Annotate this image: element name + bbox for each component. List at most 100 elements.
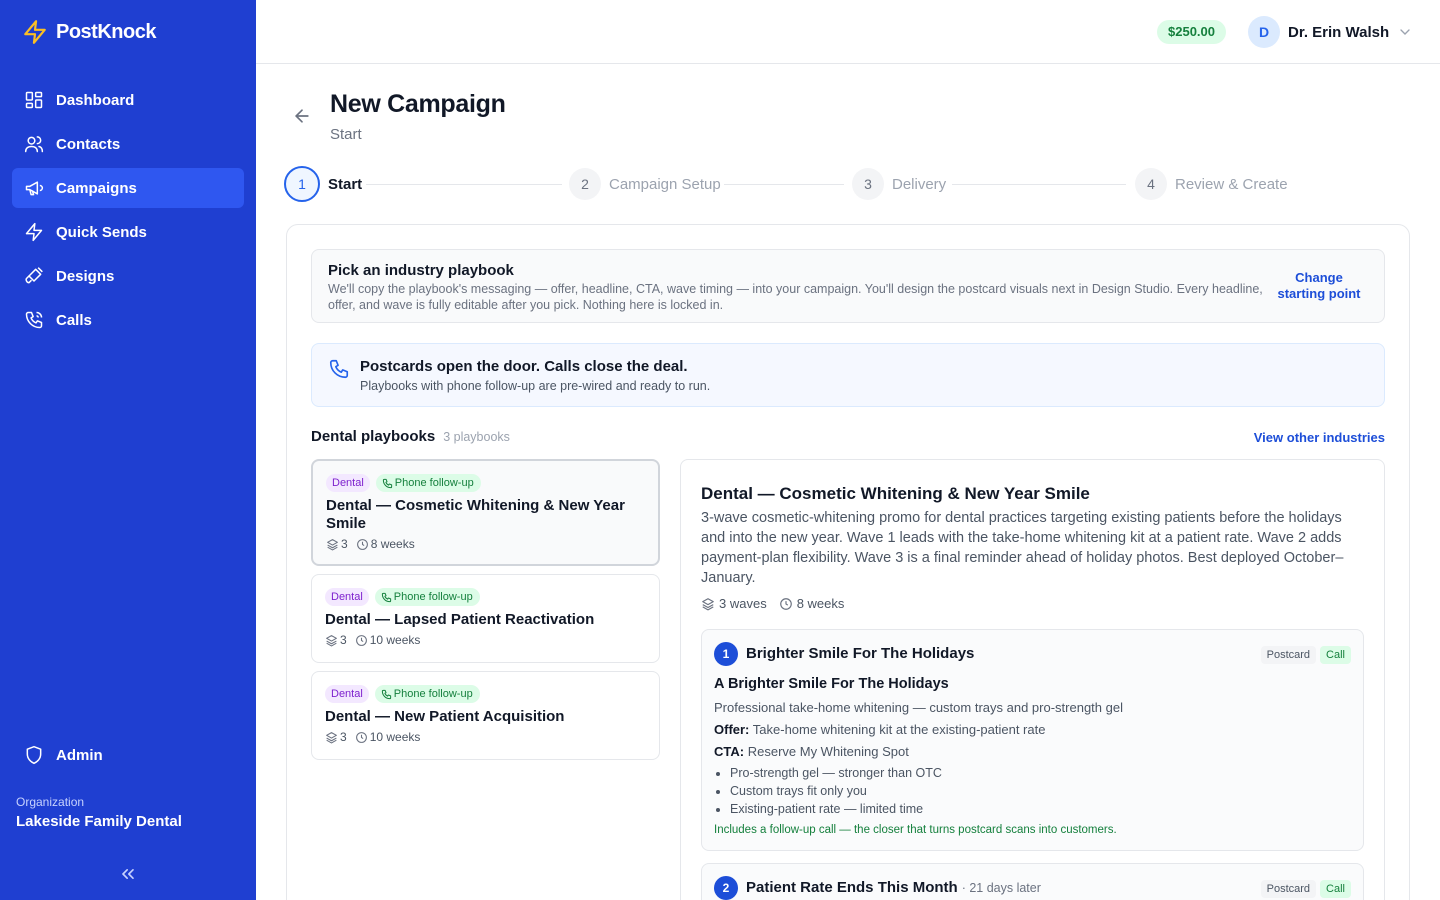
phone-icon — [24, 310, 44, 330]
wave-count: 3 — [340, 633, 347, 647]
sidebar-item-label: Dashboard — [56, 91, 135, 109]
sidebar-nav: Dashboard Contacts Campaigns Quick Sends… — [12, 80, 244, 344]
sidebar-item-label: Campaigns — [56, 179, 137, 197]
step-start[interactable]: 1 Start — [284, 166, 362, 202]
playbook-card[interactable]: Dental Phone follow-up Dental — New Pati… — [311, 671, 660, 760]
layers-icon — [326, 538, 339, 551]
top-bar: $250.00 D Dr. Erin Walsh — [256, 0, 1440, 64]
playbook-meta: 3 10 weeks — [325, 730, 420, 744]
user-name: Dr. Erin Walsh — [1288, 23, 1390, 41]
step-campaign-setup[interactable]: 2 Campaign Setup — [569, 168, 721, 200]
wave-card: 1 Brighter Smile For The Holidays Postca… — [701, 629, 1364, 851]
industry-tag: Dental — [326, 474, 370, 492]
step-number: 3 — [852, 168, 884, 200]
megaphone-icon — [24, 178, 44, 198]
wave-number: 2 — [714, 876, 738, 900]
shield-icon — [24, 745, 44, 765]
wave-headline: A Brighter Smile For The Holidays — [714, 676, 949, 692]
sidebar-item-contacts[interactable]: Contacts — [12, 124, 244, 164]
playbook-meta: 3 8 weeks — [326, 537, 415, 551]
app-name: PostKnock — [56, 20, 156, 43]
postcard-badge: Postcard — [1260, 880, 1317, 898]
organization-name: Lakeside Family Dental — [16, 813, 182, 830]
playbook-intro-description: We'll copy the playbook's messaging — of… — [328, 282, 1263, 312]
sidebar-item-label: Admin — [56, 746, 103, 764]
duration: 10 weeks — [369, 730, 421, 744]
collapse-sidebar-button[interactable] — [118, 864, 138, 884]
phone-tag-label: Phone follow-up — [394, 477, 474, 489]
sidebar-item-label: Quick Sends — [56, 223, 147, 241]
clock-icon — [355, 731, 368, 744]
back-button[interactable] — [292, 106, 312, 126]
organization-label: Organization — [16, 795, 85, 809]
call-badge: Call — [1320, 646, 1351, 664]
duration: 10 weeks — [369, 633, 421, 647]
phone-followup-tag: Phone follow-up — [375, 474, 481, 492]
industry-tag: Dental — [325, 588, 369, 606]
avatar: D — [1248, 16, 1280, 48]
cta-label: CTA: — [714, 744, 745, 759]
step-number: 2 — [569, 168, 601, 200]
layers-icon — [325, 634, 338, 647]
page-subtitle: Start — [330, 126, 362, 143]
user-menu[interactable]: D Dr. Erin Walsh — [1248, 16, 1413, 48]
playbook-card[interactable]: Dental Phone follow-up Dental — Lapsed P… — [311, 574, 660, 663]
step-label: Review & Create — [1175, 175, 1288, 193]
wave-name: Patient Rate Ends This Month · 21 days la… — [746, 879, 1041, 896]
playbook-name: Dental — Lapsed Patient Reactivation — [325, 611, 595, 628]
detail-meta: 3 waves 8 weeks — [701, 596, 844, 611]
section-title: Dental playbooks — [311, 428, 436, 445]
change-starting-point-link[interactable]: Change starting point — [1274, 270, 1364, 302]
detail-duration: 8 weeks — [796, 596, 845, 611]
phone-followup-banner: Postcards open the door. Calls close the… — [311, 343, 1385, 407]
wave-name: Brighter Smile For The Holidays — [746, 645, 975, 662]
chevrons-left-icon — [118, 864, 138, 884]
wave-name-text: Patient Rate Ends This Month — [746, 879, 958, 896]
page-title: New Campaign — [330, 90, 506, 118]
sidebar-item-label: Calls — [56, 311, 92, 329]
playbook-intro-title: Pick an industry playbook — [328, 262, 514, 279]
users-icon — [24, 134, 44, 154]
phone-icon — [381, 592, 392, 603]
list-item: Custom trays fit only you — [730, 782, 942, 800]
lightning-logo-icon — [22, 18, 48, 46]
sidebar-item-admin[interactable]: Admin — [12, 735, 244, 775]
sidebar-item-campaigns[interactable]: Campaigns — [12, 168, 244, 208]
balance-badge: $250.00 — [1157, 20, 1226, 44]
clock-icon — [356, 538, 369, 551]
sidebar-item-quick-sends[interactable]: Quick Sends — [12, 212, 244, 252]
cta-text: Reserve My Whitening Spot — [747, 744, 909, 759]
wave-cta: CTA: Reserve My Whitening Spot — [714, 744, 909, 759]
clock-icon — [355, 634, 368, 647]
app-logo[interactable]: PostKnock — [22, 18, 156, 46]
wave-subline: Professional take-home whitening — custo… — [714, 700, 1123, 715]
dashboard-icon — [24, 90, 44, 110]
sidebar-item-label: Designs — [56, 267, 115, 285]
phone-icon — [382, 478, 393, 489]
duration: 8 weeks — [370, 537, 415, 551]
wave-card: 2 Patient Rate Ends This Month · 21 days … — [701, 863, 1364, 900]
banner-title: Postcards open the door. Calls close the… — [360, 358, 688, 375]
step-label: Campaign Setup — [609, 175, 721, 193]
sidebar-item-designs[interactable]: Designs — [12, 256, 244, 296]
step-review-create[interactable]: 4 Review & Create — [1135, 168, 1288, 200]
list-item: Existing-patient rate — limited time — [730, 800, 942, 818]
step-number: 1 — [284, 166, 320, 202]
sidebar-item-label: Contacts — [56, 135, 121, 153]
sidebar-item-calls[interactable]: Calls — [12, 300, 244, 340]
section-count: 3 playbooks — [443, 430, 510, 444]
wave-offer: Offer: Take-home whitening kit at the ex… — [714, 722, 1045, 737]
wave-badges: Postcard Call — [1260, 646, 1351, 664]
playbook-meta: 3 10 weeks — [325, 633, 420, 647]
playbook-card[interactable]: Dental Phone follow-up Dental — Cosmetic… — [311, 459, 660, 566]
wave-count: 3 — [340, 730, 347, 744]
banner-subtitle: Playbooks with phone follow-up are pre-w… — [360, 379, 711, 393]
playbook-name: Dental — Cosmetic Whitening & New Year S… — [326, 497, 625, 532]
view-other-industries-link[interactable]: View other industries — [1254, 430, 1385, 445]
organization-info: Organization Lakeside Family Dental — [16, 795, 182, 830]
sidebar-item-dashboard[interactable]: Dashboard — [12, 80, 244, 120]
chevron-down-icon — [1397, 24, 1413, 40]
step-delivery[interactable]: 3 Delivery — [852, 168, 946, 200]
arrow-left-icon — [292, 106, 312, 126]
paint-brush-icon — [24, 266, 44, 286]
